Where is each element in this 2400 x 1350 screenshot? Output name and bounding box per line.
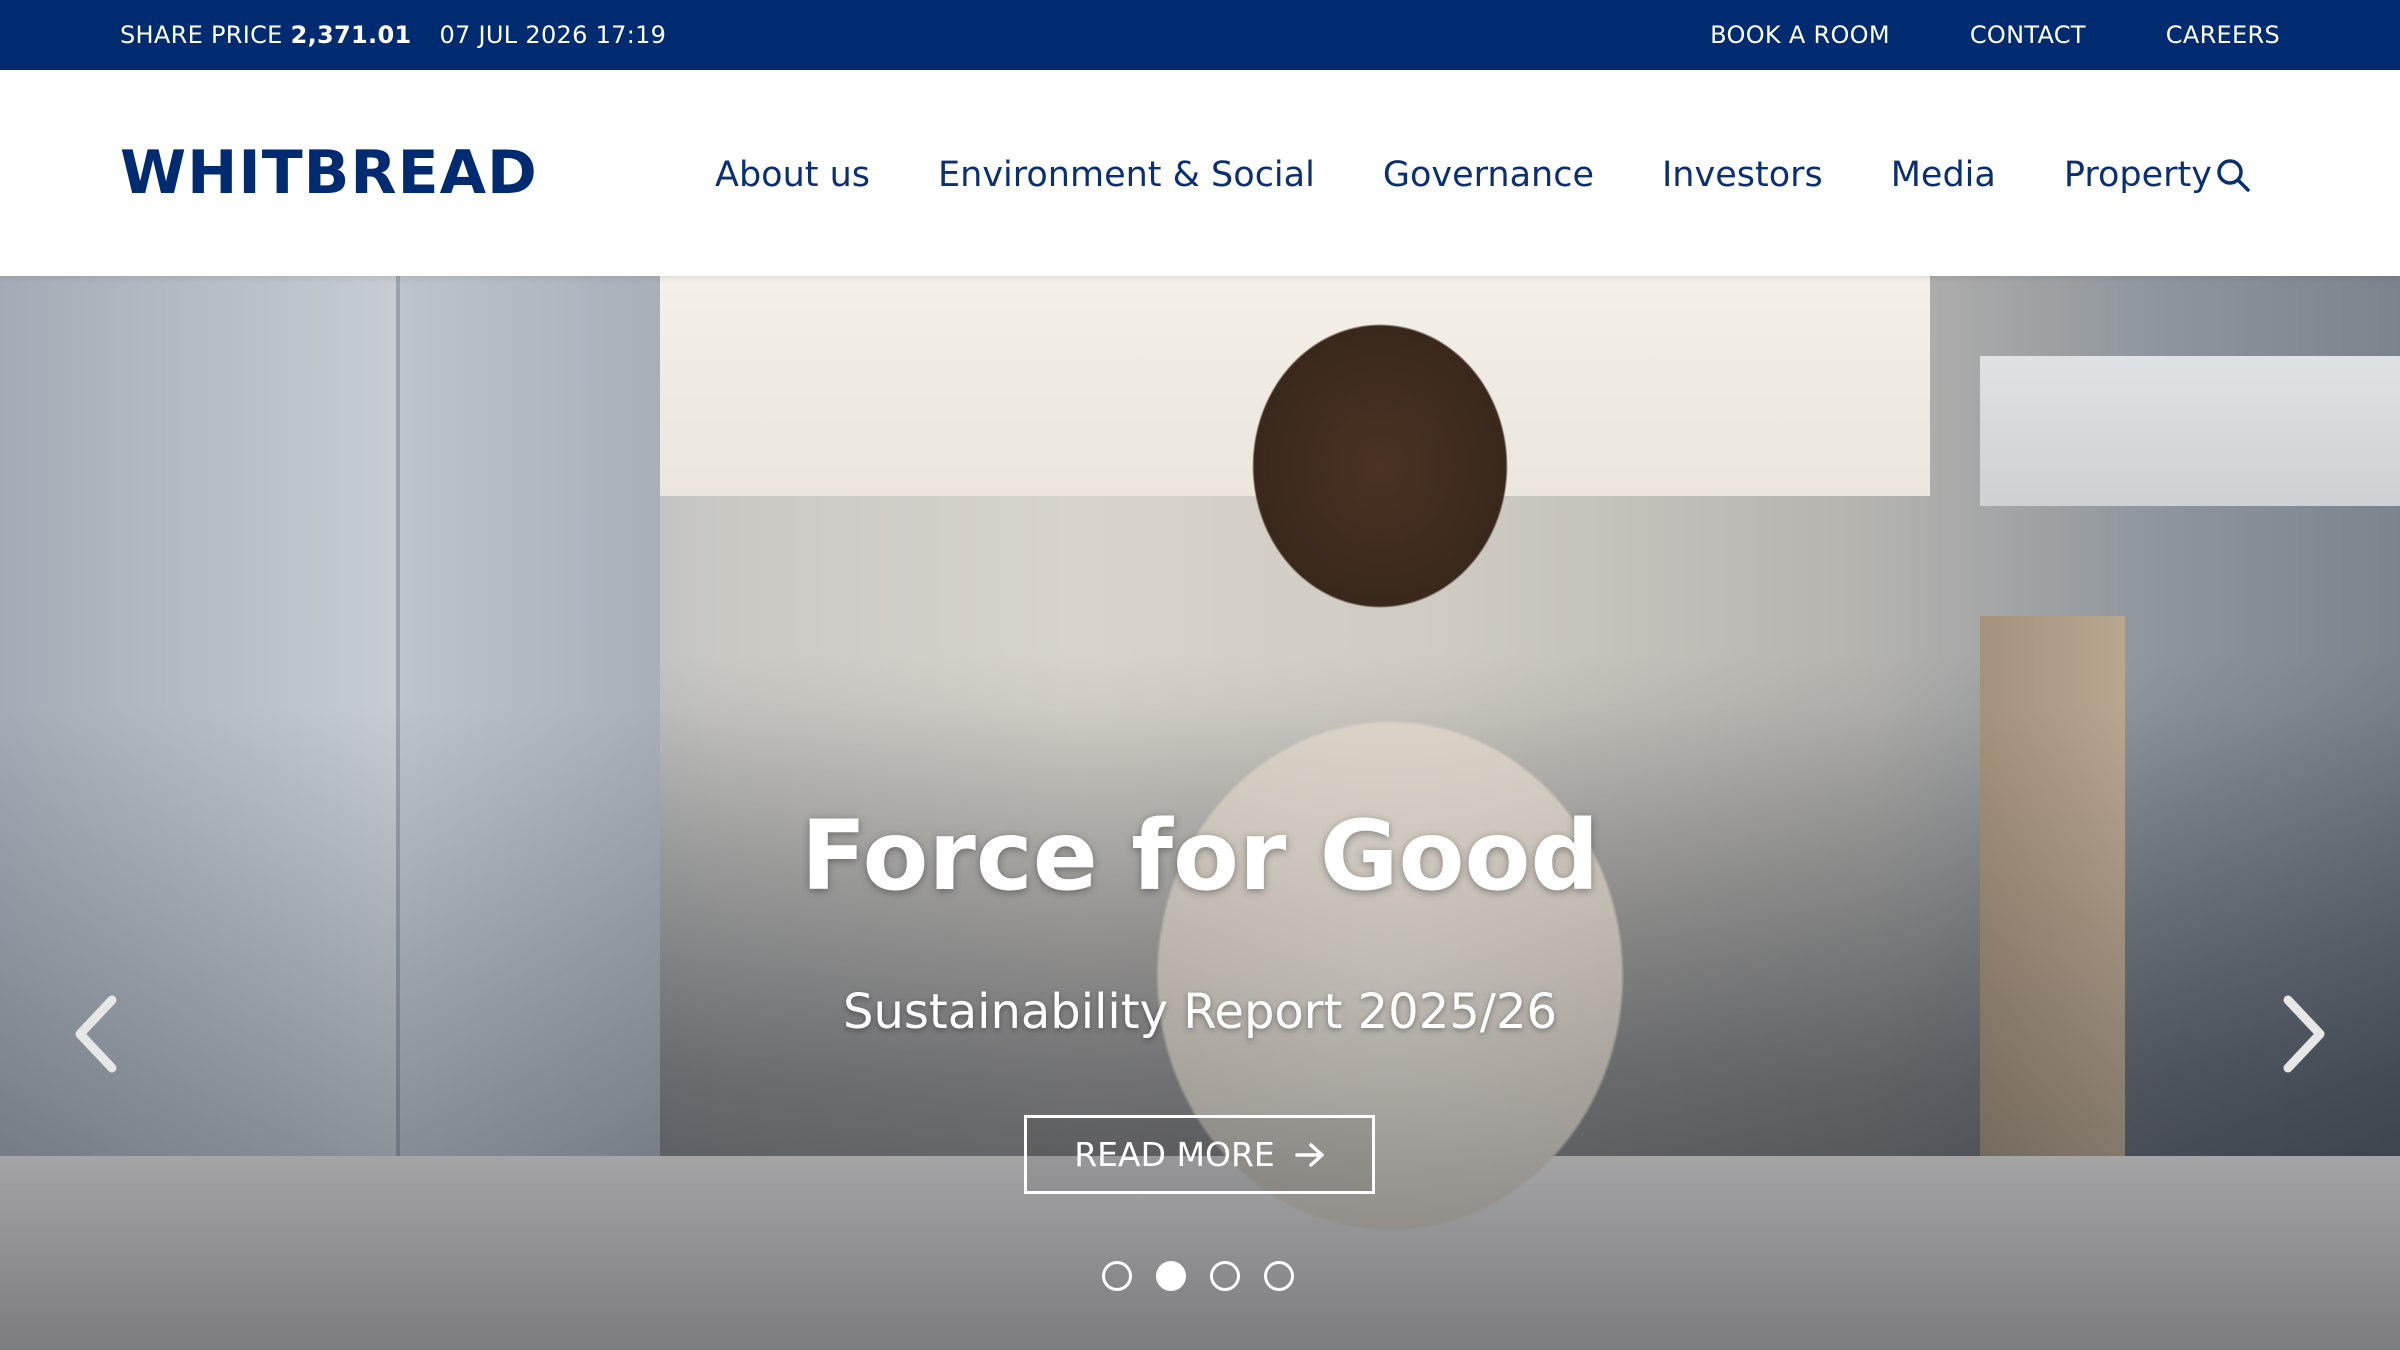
carousel-pagination bbox=[1102, 1260, 1294, 1292]
nav-media[interactable]: Media bbox=[1891, 155, 1996, 195]
read-more-button[interactable]: READ MORE bbox=[1024, 1115, 1375, 1194]
share-price-datetime: 07 JUL 2026 17:19 bbox=[439, 21, 667, 49]
contact-link[interactable]: CONTACT bbox=[1970, 21, 2086, 49]
carousel-dot-1[interactable] bbox=[1102, 1261, 1132, 1291]
carousel-dot-4[interactable] bbox=[1264, 1261, 1294, 1291]
read-more-label: READ MORE bbox=[1074, 1135, 1275, 1174]
hero-subtitle: Sustainability Report 2025/26 bbox=[842, 984, 1558, 1040]
whitbread-logo[interactable]: WHITBREAD bbox=[120, 138, 538, 208]
carousel-dot-2[interactable] bbox=[1156, 1261, 1186, 1291]
arrow-right-icon bbox=[1294, 1142, 1325, 1168]
book-a-room-link[interactable]: BOOK A ROOM bbox=[1710, 21, 1890, 49]
nav-investors[interactable]: Investors bbox=[1662, 155, 1823, 195]
share-price: SHARE PRICE 2,371.01 07 JUL 2026 17:19 bbox=[120, 0, 666, 70]
utility-nav: BOOK A ROOM CONTACT CAREERS bbox=[1630, 0, 2280, 70]
carousel-dot-3[interactable] bbox=[1210, 1261, 1240, 1291]
main-nav: About us Environment & Social Governance… bbox=[715, 140, 2212, 210]
nav-about-us[interactable]: About us bbox=[715, 155, 870, 195]
search-button[interactable] bbox=[2208, 150, 2258, 200]
share-price-label: SHARE PRICE bbox=[120, 21, 283, 49]
nav-governance[interactable]: Governance bbox=[1383, 155, 1594, 195]
nav-property[interactable]: Property bbox=[2064, 155, 2212, 195]
hero-title: Force for Good bbox=[800, 800, 1600, 912]
utility-bar: SHARE PRICE 2,371.01 07 JUL 2026 17:19 B… bbox=[0, 0, 2400, 70]
nav-environment-social[interactable]: Environment & Social bbox=[938, 155, 1315, 195]
search-icon bbox=[2217, 159, 2250, 192]
share-price-value: 2,371.01 bbox=[290, 21, 412, 49]
careers-link[interactable]: CAREERS bbox=[2166, 21, 2280, 49]
site-header: WHITBREAD About us Environment & Social … bbox=[0, 70, 2400, 276]
